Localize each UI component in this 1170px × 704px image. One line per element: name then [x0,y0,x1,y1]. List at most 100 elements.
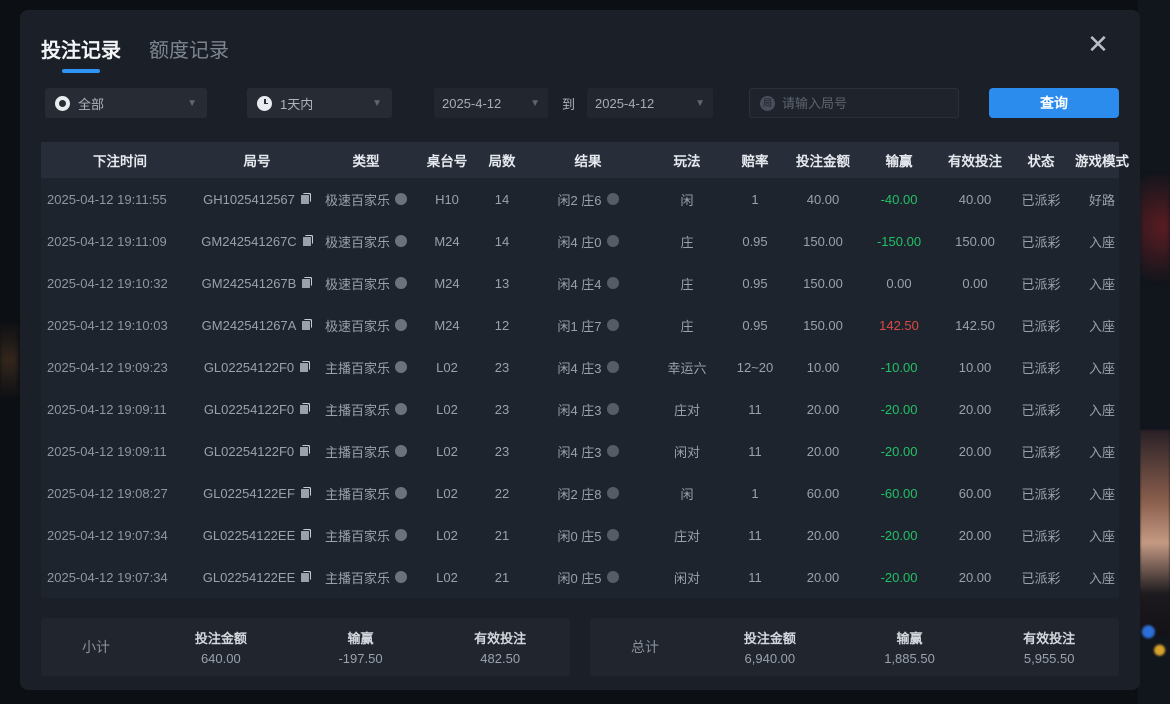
table-no: L02 [417,486,477,501]
copy-icon[interactable] [300,571,311,583]
copy-icon[interactable] [300,529,311,541]
table-row: 2025-04-12 19:11:55 GH1025412567 极速百家乐 H… [41,178,1119,220]
chevron-down-icon: ▼ [530,98,540,109]
type-cell: 主播百家乐 [315,484,417,503]
date-from-value: 2025-4-12 [442,96,501,111]
summary-valid-bet: 有效投注 5,955.50 [979,628,1119,666]
round-no: 12 [477,318,527,333]
result-detail-icon[interactable] [607,403,619,415]
type-cell: 极速百家乐 [315,232,417,251]
result-cell: 闲0 庄5 [527,526,649,545]
status-badge: 已派彩 [1013,568,1069,587]
type-info-icon[interactable] [395,193,407,205]
win-loss: -20.00 [861,444,937,459]
type-info-icon[interactable] [395,487,407,499]
game-id-input[interactable] [782,96,948,111]
table-row: 2025-04-12 19:09:11 GL02254122F0 主播百家乐 L… [41,388,1119,430]
copy-icon[interactable] [301,277,312,289]
date-to-picker[interactable]: 2025-4-12 ▼ [587,88,713,118]
game-id-cell: GL02254122F0 [199,444,315,459]
table-row: 2025-04-12 19:09:23 GL02254122F0 主播百家乐 L… [41,346,1119,388]
type-info-icon[interactable] [395,361,407,373]
game-id-icon: 局 [760,96,775,111]
result: 闲0 庄5 [557,526,601,545]
date-from-picker[interactable]: 2025-4-12 ▼ [434,88,548,118]
play-type: 庄 [649,316,725,335]
play-type: 闲对 [649,442,725,461]
odds: 0.95 [725,234,785,249]
copy-icon[interactable] [299,403,310,415]
tab-quota-records[interactable]: 额度记录 [149,34,229,73]
game-type: 主播百家乐 [325,400,390,419]
round-no: 23 [477,444,527,459]
valid-bet: 150.00 [937,234,1013,249]
table-row: 2025-04-12 19:07:34 GL02254122EE 主播百家乐 L… [41,514,1119,556]
records-table: 下注时间 局号 类型 桌台号 局数 结果 玩法 赔率 投注金额 输赢 有效投注 … [41,142,1119,598]
game-id-cell: GL02254122EE [199,528,315,543]
result: 闲1 庄7 [557,316,601,335]
type-info-icon[interactable] [395,529,407,541]
col-header-result: 结果 [527,150,649,170]
tab-bar: 投注记录 额度记录 [41,34,229,73]
game-id: GL02254122F0 [204,444,294,459]
game-mode: 入座 [1069,568,1135,587]
table-no: H10 [417,192,477,207]
game-id: GL02254122F0 [204,360,294,375]
result-detail-icon[interactable] [607,361,619,373]
result: 闲2 庄8 [557,484,601,503]
copy-icon[interactable] [299,361,310,373]
game-id: GL02254122EE [203,570,296,585]
copy-icon[interactable] [301,319,312,331]
result-cell: 闲4 庄4 [527,274,649,293]
close-icon[interactable]: ✕ [1084,30,1112,58]
game-type-select[interactable]: 全部 ▼ [45,88,207,118]
result-cell: 闲4 庄3 [527,442,649,461]
round-no: 21 [477,570,527,585]
col-header-table-no: 桌台号 [417,150,477,170]
status-badge: 已派彩 [1013,274,1069,293]
result-detail-icon[interactable] [607,193,619,205]
copy-icon[interactable] [302,235,313,247]
game-type: 极速百家乐 [325,232,390,251]
result-detail-icon[interactable] [607,529,619,541]
game-type: 主播百家乐 [325,568,390,587]
background-game-icons [1140,618,1168,664]
time-range-select[interactable]: 1天内 ▼ [247,88,392,118]
round-no: 14 [477,192,527,207]
copy-icon[interactable] [299,445,310,457]
result-detail-icon[interactable] [607,445,619,457]
copy-icon[interactable] [300,193,311,205]
play-type: 幸运六 [649,358,725,377]
result-detail-icon[interactable] [607,277,619,289]
odds: 11 [725,402,785,417]
type-info-icon[interactable] [395,571,407,583]
bet-amount: 20.00 [785,444,861,459]
bet-amount: 150.00 [785,318,861,333]
game-id-cell: GM242541267A [199,318,315,333]
result-detail-icon[interactable] [607,571,619,583]
summary-bar: 小计 投注金额 640.00 输赢 -197.50 有效投注 482.50 总计… [41,618,1119,676]
result-detail-icon[interactable] [607,235,619,247]
table-no: L02 [417,444,477,459]
copy-icon[interactable] [300,487,311,499]
type-info-icon[interactable] [395,403,407,415]
tab-betting-records[interactable]: 投注记录 [41,34,121,73]
result-detail-icon[interactable] [607,319,619,331]
play-type: 庄 [649,274,725,293]
type-info-icon[interactable] [395,277,407,289]
bet-time: 2025-04-12 19:10:32 [41,276,199,291]
type-cell: 主播百家乐 [315,442,417,461]
game-id-cell: GL02254122EF [199,486,315,501]
query-button[interactable]: 查询 [989,88,1119,118]
game-id: GM242541267C [201,234,296,249]
game-id-cell: GL02254122F0 [199,402,315,417]
tab-quota-records-label: 额度记录 [149,40,229,62]
type-cell: 主播百家乐 [315,568,417,587]
type-info-icon[interactable] [395,235,407,247]
summary-win-loss: 输赢 1,885.50 [840,628,980,666]
odds: 11 [725,528,785,543]
result-detail-icon[interactable] [607,487,619,499]
col-header-bet-amount: 投注金额 [785,150,861,170]
type-info-icon[interactable] [395,445,407,457]
type-info-icon[interactable] [395,319,407,331]
